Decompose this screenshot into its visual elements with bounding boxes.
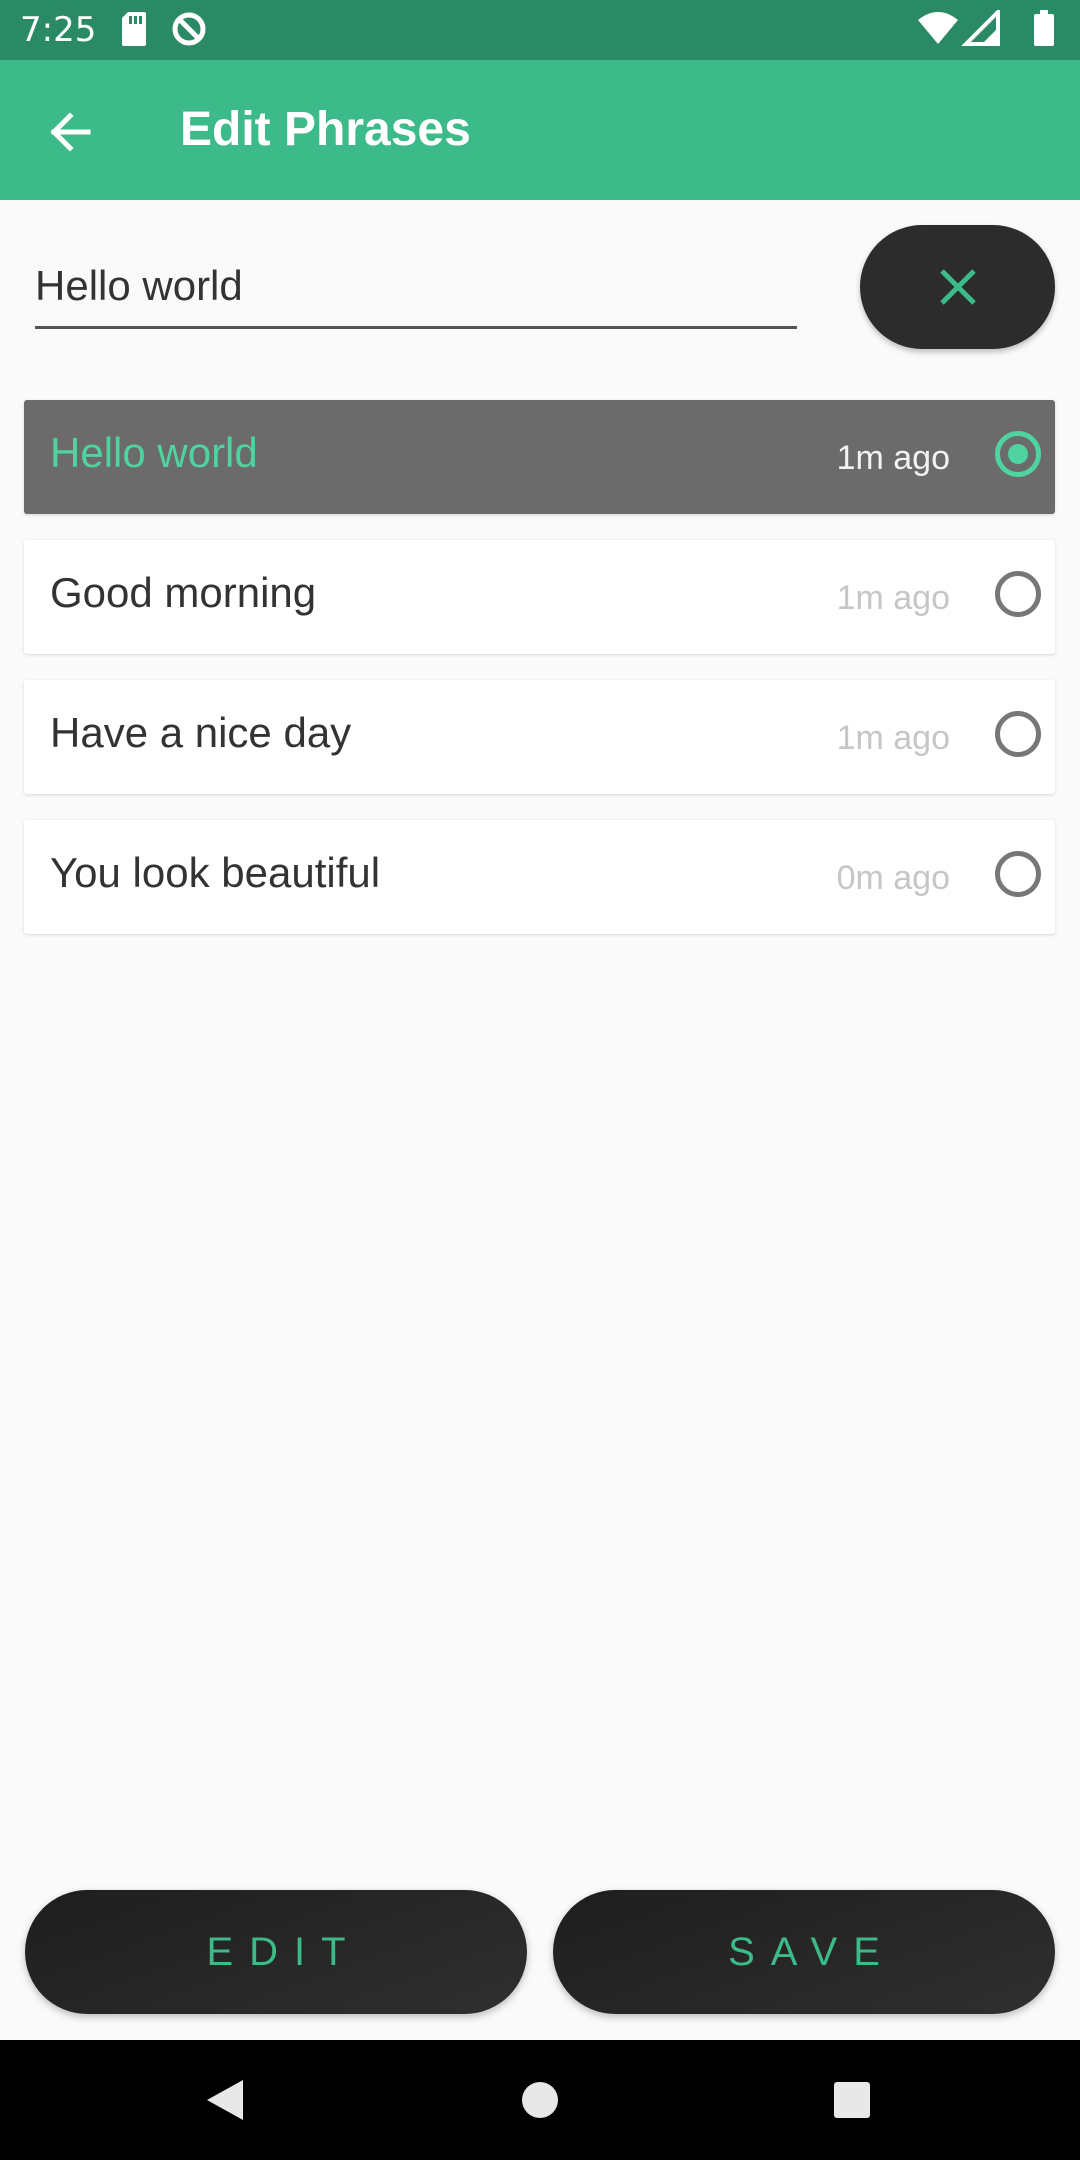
status-right-icons (916, 7, 1062, 50)
nav-home-icon (522, 2082, 558, 2118)
close-icon (939, 269, 976, 305)
phrase-time: 1m ago (836, 439, 950, 477)
phrase-text: Have a nice day (50, 709, 352, 756)
edit-button[interactable]: EDIT (25, 1890, 527, 2014)
clear-button[interactable] (860, 225, 1055, 349)
phrase-text: You look beautiful (50, 849, 381, 896)
navigation-bar (0, 2040, 1080, 2160)
nav-home-button[interactable] (500, 2060, 580, 2140)
back-button[interactable] (28, 90, 112, 174)
nav-recents-button[interactable] (812, 2060, 892, 2140)
radio-button[interactable] (995, 711, 1041, 757)
wifi-icon (918, 12, 958, 44)
status-bar: 7:25 (0, 0, 1080, 60)
phrase-item-have-a-nice-day[interactable]: Have a nice day 1m ago (24, 680, 1055, 794)
nav-back-icon (207, 2080, 243, 2120)
battery-icon (1034, 10, 1054, 46)
page-title: Edit Phrases (180, 103, 471, 156)
do-not-disturb-icon (172, 12, 206, 46)
radio-button[interactable] (995, 851, 1041, 897)
app-bar: Edit Phrases (0, 60, 1080, 200)
phrase-item-good-morning[interactable]: Good morning 1m ago (24, 540, 1055, 654)
phrase-time: 0m ago (836, 859, 950, 897)
status-time: 7:25 (20, 10, 97, 50)
radio-button[interactable] (995, 571, 1041, 617)
nav-recents-icon (834, 2082, 870, 2118)
save-button[interactable]: SAVE (553, 1890, 1055, 2014)
phrase-item-hello-world[interactable]: Hello world 1m ago (24, 400, 1055, 514)
phrase-item-you-look-beautiful[interactable]: You look beautiful 0m ago (24, 820, 1055, 934)
phrase-time: 1m ago (836, 719, 950, 757)
radio-button-selected[interactable] (995, 431, 1041, 477)
phrase-input[interactable] (35, 245, 797, 329)
arrow-left-icon (50, 112, 91, 152)
nav-back-button[interactable] (185, 2060, 265, 2140)
sd-card-icon (122, 12, 146, 46)
phrase-text: Hello world (50, 429, 258, 476)
phrase-time: 1m ago (836, 579, 950, 617)
phrase-text: Good morning (50, 569, 317, 616)
signal-icon (961, 7, 1000, 46)
status-left-icons (118, 12, 218, 48)
phrase-list: Hello world 1m ago Good morning 1m ago H… (24, 400, 1055, 960)
radio-dot (1008, 444, 1028, 464)
